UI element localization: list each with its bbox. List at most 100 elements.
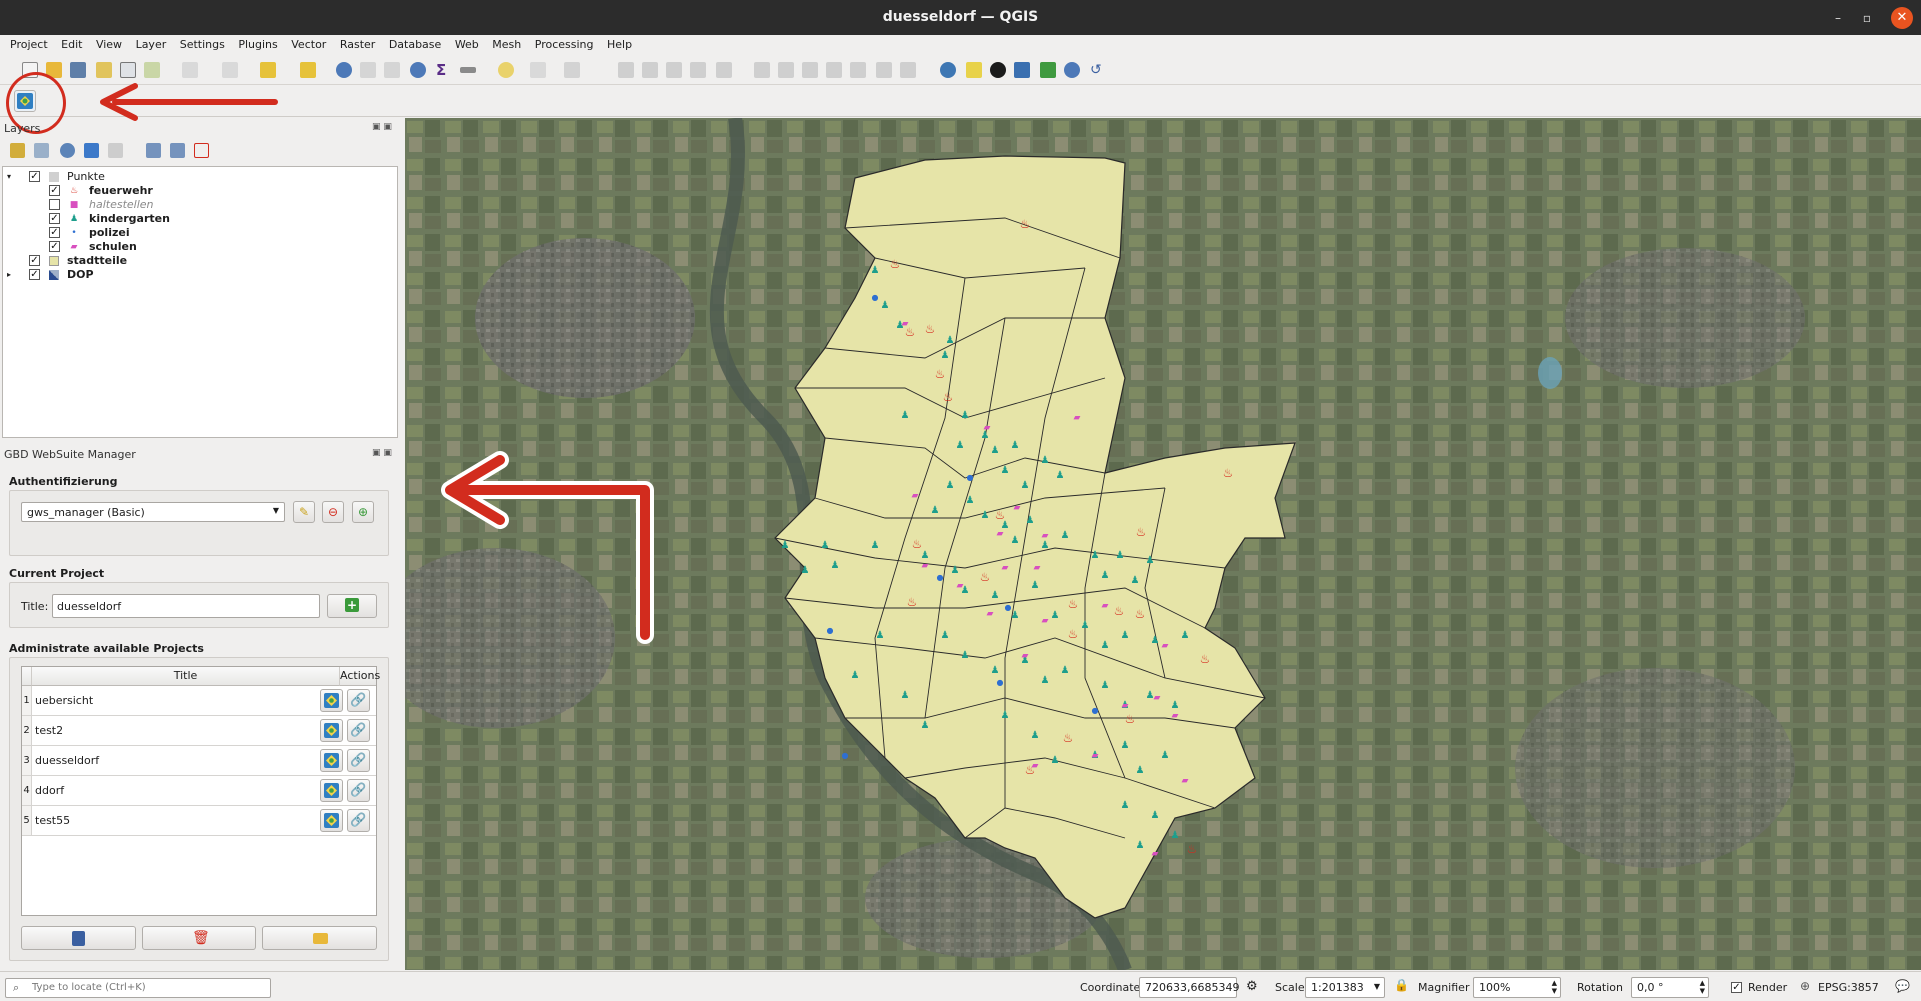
coordinate-toggle-icon[interactable]: ⚙ xyxy=(1246,979,1258,994)
open-project-button[interactable] xyxy=(320,779,343,802)
map-tips-icon[interactable] xyxy=(498,62,514,78)
render-checkbox[interactable]: ✓ xyxy=(1731,982,1742,993)
measure-icon[interactable] xyxy=(460,67,476,73)
refresh-icon[interactable]: ↺ xyxy=(1090,62,1106,78)
menu-plugins[interactable]: Plugins xyxy=(233,35,282,51)
paste-features-icon[interactable] xyxy=(850,62,866,78)
project-title-cell[interactable]: uebersicht xyxy=(35,686,93,715)
user-plugin-icon[interactable] xyxy=(1064,62,1080,78)
expand-all-icon[interactable] xyxy=(146,143,161,158)
processing-toolbox-icon[interactable] xyxy=(410,62,426,78)
layer-checkbox[interactable] xyxy=(49,199,60,210)
add-feature-icon[interactable] xyxy=(690,62,706,78)
manage-visibility-icon[interactable] xyxy=(60,143,75,158)
table-row[interactable]: 5 test55 🔗 xyxy=(22,806,376,836)
table-row[interactable]: 1 uebersicht 🔗 xyxy=(22,686,376,716)
menu-vector[interactable]: Vector xyxy=(286,35,331,51)
edit-pencil-icon[interactable] xyxy=(618,62,634,78)
link-button[interactable]: 🔗 xyxy=(347,779,370,802)
digitize-icon[interactable] xyxy=(182,62,198,78)
python-console-icon[interactable] xyxy=(940,62,956,78)
expand-arrow-icon[interactable]: ▾ xyxy=(7,170,11,184)
filter-expression-icon[interactable] xyxy=(108,143,123,158)
undo-icon[interactable] xyxy=(876,62,892,78)
redo-icon[interactable] xyxy=(900,62,916,78)
layer-checkbox[interactable]: ✓ xyxy=(29,171,40,182)
spinner-icon[interactable]: ▲ ▼ xyxy=(1700,979,1705,995)
coordinate-field[interactable]: 720633,6685349 xyxy=(1139,977,1239,998)
save-project-icon[interactable] xyxy=(70,62,86,78)
link-button[interactable]: 🔗 xyxy=(347,809,370,832)
vertex-tool-icon[interactable] xyxy=(716,62,732,78)
deselect-icon[interactable] xyxy=(300,62,316,78)
spinner-icon[interactable]: ▲ ▼ xyxy=(1552,979,1557,995)
lock-icon[interactable]: 🔒 xyxy=(1394,978,1409,992)
column-header-title[interactable]: Title xyxy=(32,667,340,686)
project-title-cell[interactable]: ddorf xyxy=(35,776,64,805)
label-toolbar-icon[interactable] xyxy=(564,62,580,78)
project-title-cell[interactable]: duesseldorf xyxy=(35,746,99,775)
remove-layer-icon[interactable] xyxy=(194,143,209,158)
menu-web[interactable]: Web xyxy=(450,35,484,51)
annotation-icon[interactable] xyxy=(530,62,546,78)
table-row[interactable]: 2 test2 🔗 xyxy=(22,716,376,746)
table-row[interactable]: 4 ddorf 🔗 xyxy=(22,776,376,806)
debug-bug-icon[interactable] xyxy=(990,62,1006,78)
menu-database[interactable]: Database xyxy=(384,35,447,51)
open-project-button[interactable] xyxy=(320,719,343,742)
layer-checkbox[interactable]: ✓ xyxy=(49,213,60,224)
open-folder-button[interactable] xyxy=(262,926,377,950)
maximize-icon[interactable]: ▫ xyxy=(1863,11,1871,25)
menu-view[interactable]: View xyxy=(91,35,127,51)
project-title-cell[interactable]: test2 xyxy=(35,716,63,745)
project-title-input[interactable]: duesseldorf xyxy=(52,594,320,618)
map-canvas[interactable]: ♨ ♨ ♨ ♨ ♨ ♨ ♨ ♨ ♨ ♨ ♨ ♨ ♨ ♨ ♨ ♨ ♨ ♨ ♨ ♨ … xyxy=(405,118,1921,970)
link-button[interactable]: 🔗 xyxy=(347,749,370,772)
menu-help[interactable]: Help xyxy=(602,35,637,51)
print-layout-icon[interactable] xyxy=(120,62,136,78)
open-layer-styling-icon[interactable] xyxy=(10,143,25,158)
new-project-icon[interactable] xyxy=(22,62,38,78)
toggle-editing-icon[interactable] xyxy=(642,62,658,78)
gws-manager-toggle-button[interactable] xyxy=(14,90,36,112)
table-row[interactable]: 3 duesseldorf 🔗 xyxy=(22,746,376,776)
menu-processing[interactable]: Processing xyxy=(530,35,599,51)
messages-icon[interactable]: 💬 xyxy=(1895,979,1910,993)
minimize-icon[interactable]: – xyxy=(1835,11,1841,25)
identify-icon[interactable] xyxy=(336,62,352,78)
menu-mesh[interactable]: Mesh xyxy=(487,35,526,51)
menu-project[interactable]: Project xyxy=(5,35,53,51)
collapse-all-icon[interactable] xyxy=(170,143,185,158)
add-project-button[interactable]: + xyxy=(327,594,377,618)
delete-project-button[interactable]: 🗑 xyxy=(142,926,256,950)
dock-buttons[interactable]: ▣ ▣ xyxy=(372,122,392,132)
project-title-cell[interactable]: test55 xyxy=(35,806,70,835)
open-project-button[interactable] xyxy=(320,809,343,832)
layer-checkbox[interactable]: ✓ xyxy=(49,227,60,238)
open-project-button[interactable] xyxy=(320,749,343,772)
help-button[interactable] xyxy=(21,926,136,950)
modify-attributes-icon[interactable] xyxy=(754,62,770,78)
add-group-icon[interactable] xyxy=(34,143,49,158)
cut-features-icon[interactable] xyxy=(802,62,818,78)
layer-checkbox[interactable]: ✓ xyxy=(49,241,60,252)
layer-checkbox[interactable]: ✓ xyxy=(29,255,40,266)
link-button[interactable]: 🔗 xyxy=(347,689,370,712)
open-project-button[interactable] xyxy=(320,689,343,712)
locator-input[interactable]: ⌕ Type to locate (Ctrl+K) xyxy=(5,978,271,998)
menu-raster[interactable]: Raster xyxy=(335,35,380,51)
plugin-reloader-icon[interactable] xyxy=(966,62,982,78)
add-auth-button[interactable]: ⊕ xyxy=(352,501,374,523)
statistics-sigma-icon[interactable]: Σ xyxy=(436,62,452,78)
close-window-button[interactable]: ✕ xyxy=(1891,7,1913,29)
delete-selected-icon[interactable] xyxy=(778,62,794,78)
remove-auth-button[interactable]: ⊖ xyxy=(322,501,344,523)
magnifier-field[interactable]: 100% ▲ ▼ xyxy=(1473,977,1561,998)
scale-field[interactable]: 1:201383 ▼ xyxy=(1305,977,1385,998)
layer-checkbox[interactable]: ✓ xyxy=(49,185,60,196)
open-project-icon[interactable] xyxy=(46,62,62,78)
menu-layer[interactable]: Layer xyxy=(131,35,172,51)
network-plugin-icon[interactable] xyxy=(1040,62,1056,78)
auth-select[interactable]: gws_manager (Basic) ▼ xyxy=(21,502,285,522)
link-button[interactable]: 🔗 xyxy=(347,719,370,742)
